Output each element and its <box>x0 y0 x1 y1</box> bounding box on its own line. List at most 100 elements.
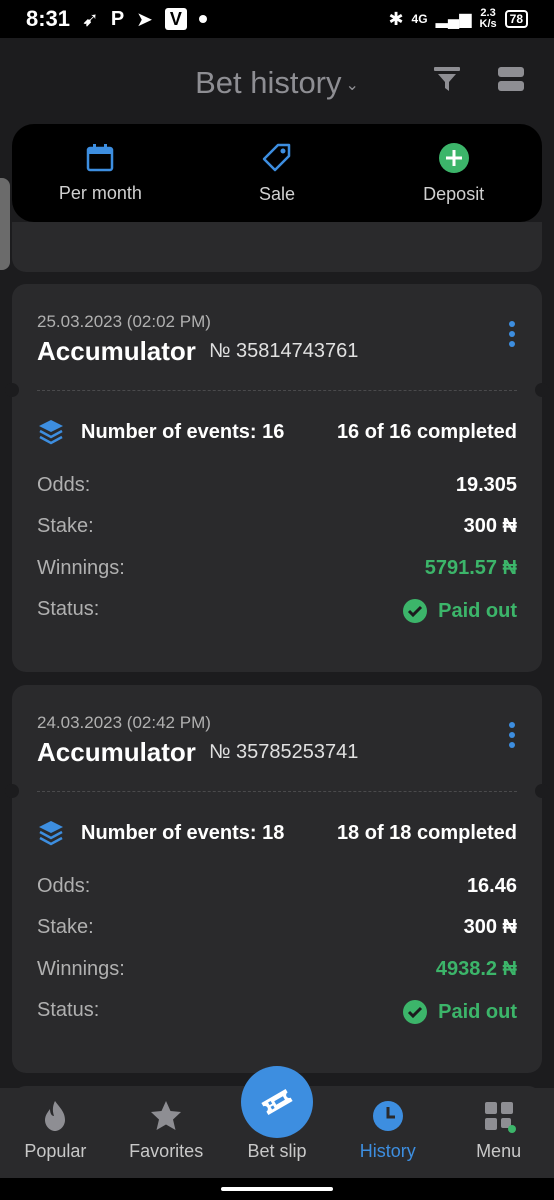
nav-menu-label: Menu <box>476 1141 522 1161</box>
nav-popular-label: Popular <box>24 1141 87 1161</box>
odds-value: 16.46 <box>466 875 517 897</box>
calendar-icon <box>87 143 114 171</box>
ticket-icon <box>261 1088 293 1116</box>
status-text: Paid out <box>438 1000 517 1023</box>
page-title: Bet history <box>195 65 342 100</box>
menu-grid-icon <box>484 1102 516 1133</box>
stake-value: 300 ₦ <box>463 916 517 938</box>
deposit-button[interactable]: Deposit <box>365 124 542 222</box>
bet-number: № 35785253741 <box>209 741 359 763</box>
plus-circle-icon <box>438 142 469 173</box>
bet-card[interactable]: 24.03.2023 (02:42 PM) Accumulator № 3578… <box>5 685 549 1073</box>
odds-value: 19.305 <box>455 474 517 496</box>
stake-row: Stake: 300 ₦ <box>37 916 517 939</box>
per-month-label: Per month <box>58 182 142 203</box>
status-label: Status: <box>37 598 100 620</box>
clock-icon <box>372 1101 403 1131</box>
winnings-value: 5791.57 ₦ <box>424 557 517 579</box>
ticket-notch <box>5 383 19 397</box>
deposit-label: Deposit <box>423 183 485 204</box>
stake-row: Stake: 300 ₦ <box>37 515 517 538</box>
winnings-row: Winnings: 4938.2 ₦ <box>37 958 517 981</box>
network-speed: 2.3 K/s <box>480 8 497 30</box>
nav-history-label: History <box>359 1141 416 1161</box>
stake-label: Stake: <box>37 916 94 938</box>
bet-type: Accumulator <box>37 336 196 366</box>
more-options-icon[interactable] <box>508 320 516 348</box>
ticket-notch <box>5 784 19 798</box>
bet-slip-button[interactable] <box>241 1066 313 1138</box>
fire-icon <box>45 1101 66 1131</box>
status-row: Status: Paid out <box>37 999 517 1025</box>
per-month-button[interactable]: Per month <box>12 124 189 222</box>
status-time: 8:31 <box>26 6 71 31</box>
winnings-label: Winnings: <box>37 557 125 579</box>
check-circle-icon <box>403 599 428 623</box>
bet-type: Accumulator <box>37 737 196 767</box>
status-text: Paid out <box>438 599 517 622</box>
nav-bet-slip-label: Bet slip <box>247 1141 307 1161</box>
divider <box>37 791 517 792</box>
status-row: Status: Paid out <box>37 598 517 624</box>
sale-button[interactable]: Sale <box>189 124 366 222</box>
events-completed: 18 of 18 completed <box>336 821 517 844</box>
filter-icon[interactable] <box>432 64 462 94</box>
events-row[interactable]: Number of events: 16 16 of 16 completed <box>37 418 517 446</box>
battery-icon: 78 <box>504 10 528 28</box>
network-type: 4G <box>411 12 428 26</box>
nav-menu[interactable]: Menu <box>443 1088 554 1178</box>
divider <box>37 390 517 391</box>
ticket-notch <box>535 784 549 798</box>
bet-number: № 35814743761 <box>209 340 359 362</box>
ticket-notch <box>535 383 549 397</box>
events-count: Number of events: 16 <box>81 420 285 443</box>
odds-row: Odds: 19.305 <box>37 474 517 497</box>
status-bar: 8:31 ➹ P ➤ V ✱ 4G ▂▄▆ 2.3 K/s 78 <box>0 0 554 38</box>
layers-icon <box>39 420 63 445</box>
check-circle-icon <box>403 1000 428 1024</box>
v-app-icon: V <box>164 8 187 30</box>
stake-value: 300 ₦ <box>463 515 517 537</box>
more-notifications-icon <box>198 15 207 23</box>
events-row[interactable]: Number of events: 18 18 of 18 completed <box>37 819 517 847</box>
stake-label: Stake: <box>37 515 94 537</box>
layers-icon <box>39 821 63 846</box>
star-icon <box>151 1101 182 1130</box>
system-home-bar <box>0 1178 554 1200</box>
bet-date: 25.03.2023 (02:02 PM) <box>37 312 211 331</box>
home-indicator[interactable] <box>221 1187 333 1191</box>
winnings-label: Winnings: <box>37 958 125 980</box>
winnings-value: 4938.2 ₦ <box>435 958 517 980</box>
status-label: Status: <box>37 999 100 1021</box>
nav-favorites[interactable]: Favorites <box>111 1088 222 1178</box>
side-handle[interactable] <box>0 178 10 270</box>
odds-row: Odds: 16.46 <box>37 875 517 898</box>
tag-icon <box>262 143 291 171</box>
chevron-down-icon: ⌄ <box>345 77 359 94</box>
status-value: Paid out <box>402 999 517 1025</box>
parking-app-icon: P <box>110 7 125 30</box>
events-completed: 16 of 16 completed <box>336 420 517 443</box>
bet-card[interactable]: 25.03.2023 (02:02 PM) Accumulator № 3581… <box>5 284 549 672</box>
bet-date: 24.03.2023 (02:42 PM) <box>37 713 211 732</box>
odds-label: Odds: <box>37 474 91 496</box>
previous-card-edge <box>12 222 542 272</box>
odds-label: Odds: <box>37 875 91 897</box>
nav-history[interactable]: History <box>332 1088 443 1178</box>
layout-icon[interactable] <box>496 64 526 94</box>
nav-favorites-label: Favorites <box>129 1141 204 1161</box>
status-value: Paid out <box>402 598 517 624</box>
bluetooth-icon: ✱ <box>388 8 404 29</box>
winnings-row: Winnings: 5791.57 ₦ <box>37 557 517 580</box>
notification-app-icon: ➹ <box>82 8 99 31</box>
sale-label: Sale <box>258 183 296 204</box>
nav-popular[interactable]: Popular <box>0 1088 111 1178</box>
events-count: Number of events: 18 <box>81 821 285 844</box>
speed-unit: K/s <box>479 18 497 30</box>
page-header: Bet history ⌄ <box>0 38 554 128</box>
telegram-icon: ➤ <box>136 8 153 31</box>
more-options-icon[interactable] <box>508 721 516 749</box>
title-dropdown[interactable]: Bet history ⌄ <box>195 65 359 101</box>
quick-actions-panel: Per month Sale Deposit <box>12 124 542 222</box>
signal-icon: ▂▄▆ <box>435 11 472 28</box>
